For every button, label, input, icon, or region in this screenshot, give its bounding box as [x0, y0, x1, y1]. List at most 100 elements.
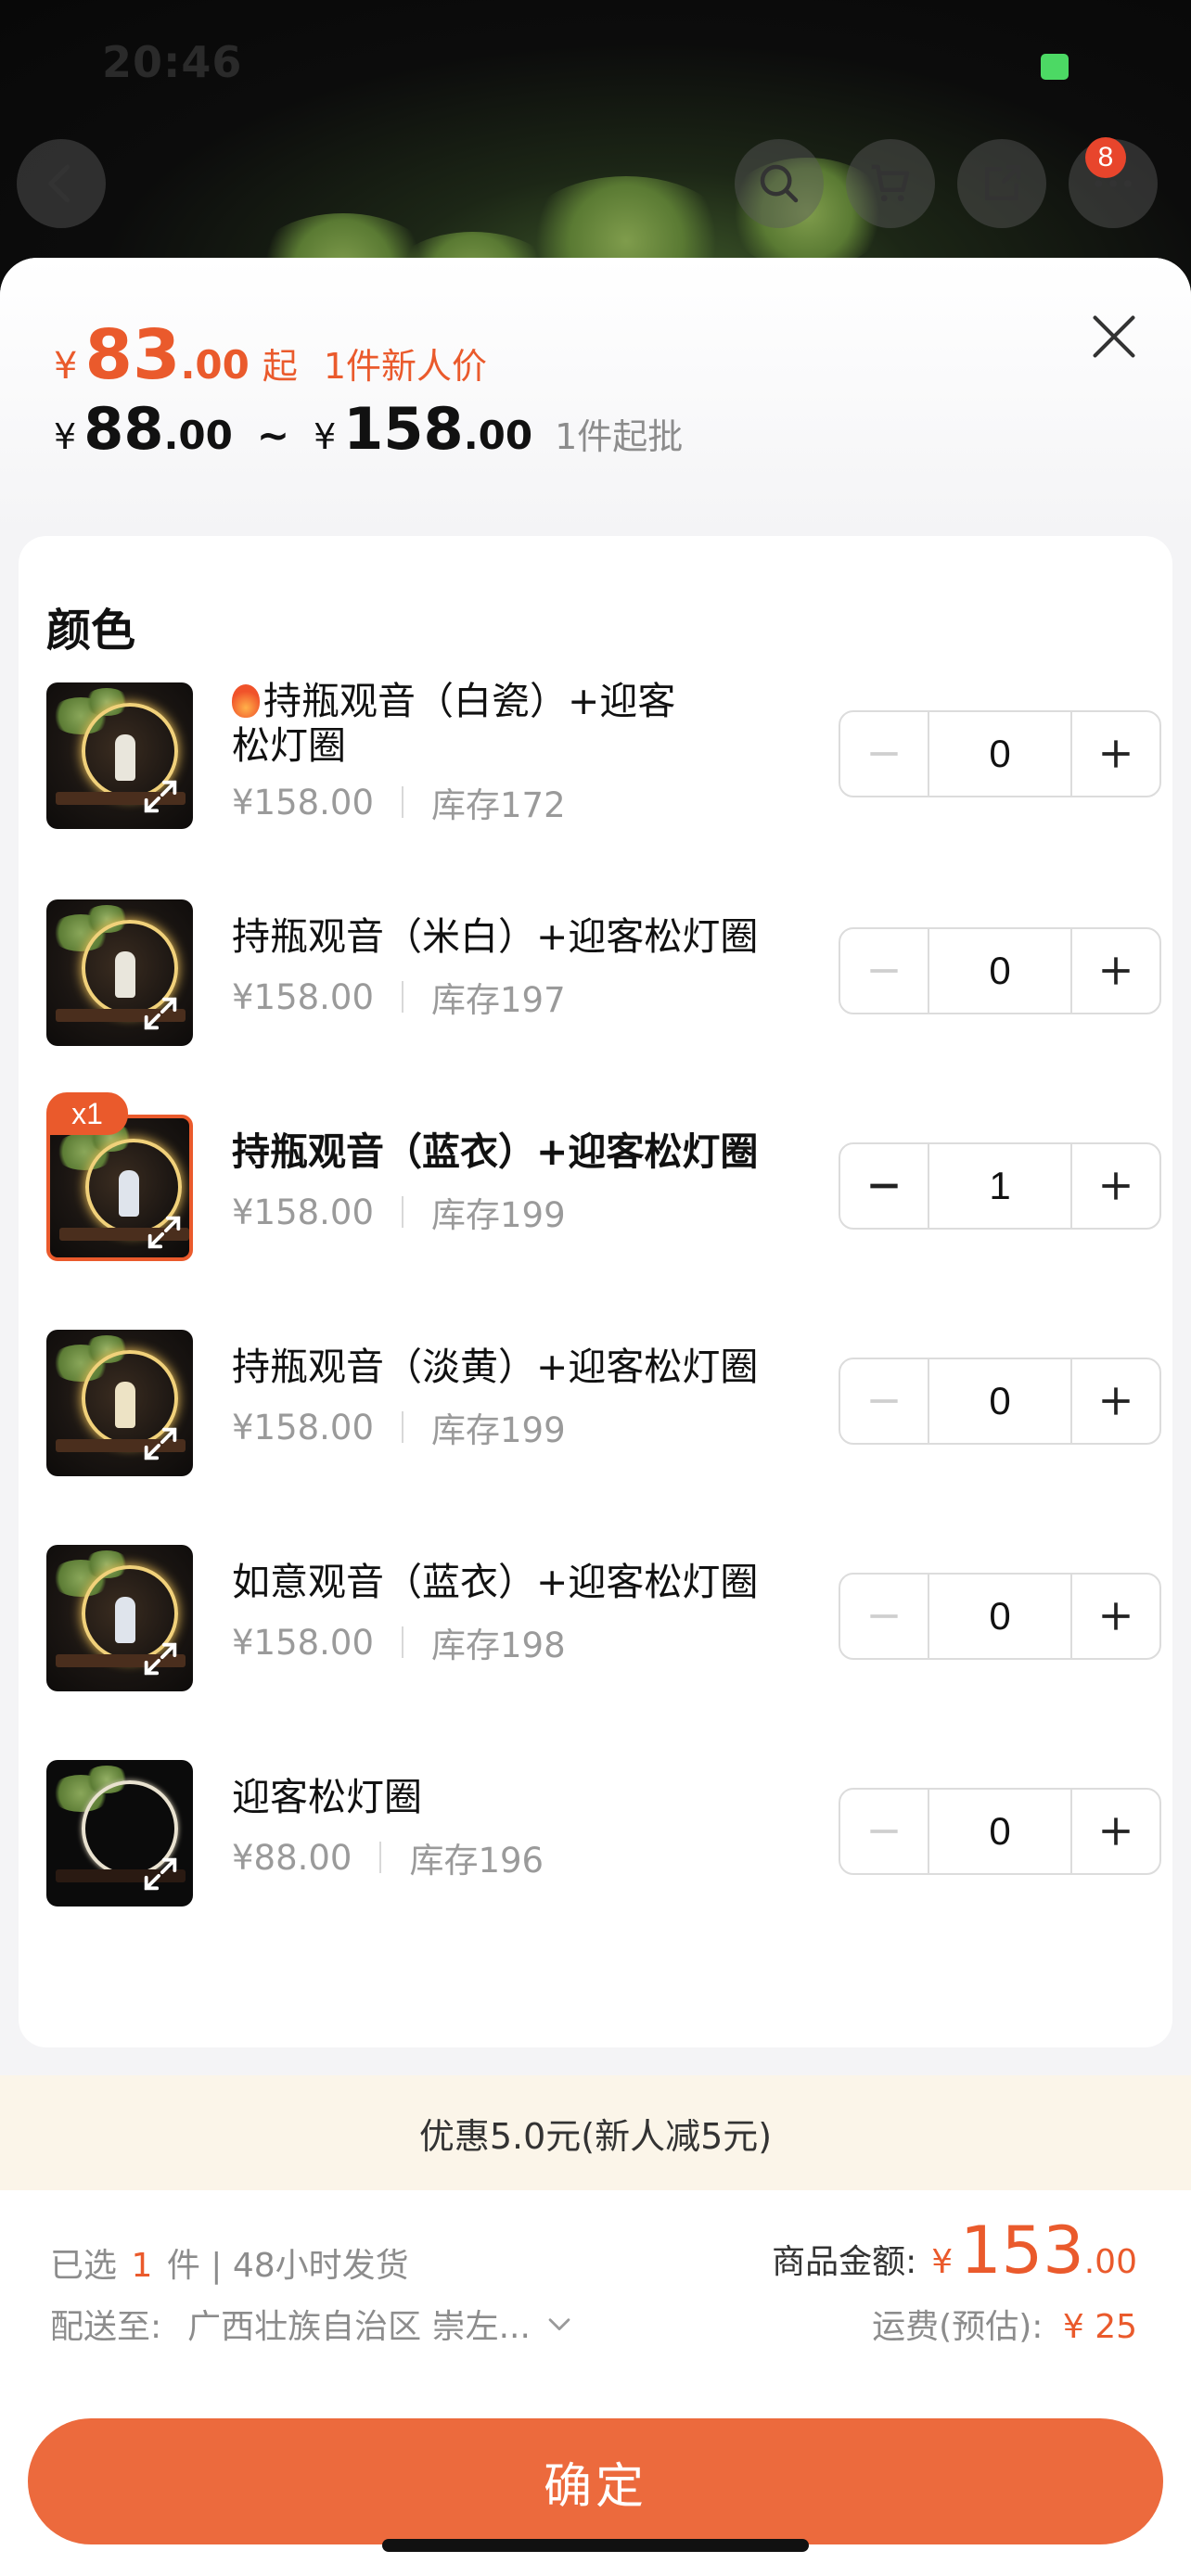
variant-price: ¥158.00	[232, 1192, 375, 1232]
confirm-button[interactable]: 确定	[28, 2418, 1163, 2544]
quantity-input[interactable]: 1	[928, 1144, 1072, 1228]
variant-row[interactable]: 持瓶观音（米白）+迎客松灯圈 ¥158.00 库存197 0	[46, 899, 1161, 1048]
share-button[interactable]	[957, 139, 1046, 228]
quantity-input[interactable]: 0	[928, 1575, 1072, 1658]
quantity-input[interactable]: 0	[928, 712, 1072, 796]
increment-button[interactable]	[1072, 712, 1159, 796]
variant-stock: 库存199	[431, 1410, 566, 1450]
goods-amount: 商品金额: ¥ 153 .00	[772, 2213, 1137, 2289]
variant-thumbnail[interactable]	[46, 1330, 193, 1476]
increment-button[interactable]	[1072, 1575, 1159, 1658]
quantity-stepper: 0	[839, 1358, 1161, 1445]
selected-count: 1	[131, 2247, 153, 2285]
section-title-color: 颜色	[46, 605, 136, 657]
range-currency-low: ¥	[54, 416, 77, 457]
variant-row[interactable]: 持瓶观音（淡黄）+迎客松灯圈 ¥158.00 库存199 0	[46, 1330, 1161, 1478]
close-button[interactable]	[1082, 304, 1146, 369]
expand-icon[interactable]	[139, 775, 182, 818]
ship-address: 广西壮族自治区 崇左...	[187, 2308, 531, 2346]
quantity-stepper: 0	[839, 1788, 1161, 1875]
price-range: ¥ 88 .00 ~ ¥ 158 .00 1件起批	[54, 395, 683, 463]
variant-row[interactable]: 持瓶观音（白瓷）+迎客松灯圈 ¥158.00 库存172 0	[46, 679, 1161, 831]
freight-estimate: 运费(预估): ¥ 25	[872, 2300, 1137, 2348]
variant-stock: 库存197	[431, 980, 566, 1020]
quantity-stepper: 0	[839, 710, 1161, 797]
home-indicator[interactable]	[382, 2539, 809, 2552]
variant-price: ¥158.00	[232, 782, 375, 823]
minimum-order-quantity: 1件起批	[555, 416, 684, 457]
variant-row[interactable]: 如意观音（蓝衣）+迎客松灯圈 ¥158.00 库存198 0	[46, 1545, 1161, 1693]
expand-icon[interactable]	[139, 992, 182, 1035]
variant-thumbnail[interactable]	[46, 899, 193, 1046]
decrement-button[interactable]	[840, 1144, 928, 1228]
hot-fire-icon	[232, 684, 260, 718]
minus-icon	[870, 969, 898, 973]
variant-price: ¥158.00	[232, 1622, 375, 1663]
chevron-down-icon	[548, 2318, 570, 2331]
quantity-input[interactable]: 0	[928, 929, 1072, 1013]
plus-icon	[1102, 1817, 1130, 1845]
variant-thumbnail[interactable]	[46, 1545, 193, 1691]
variant-stock: 库存199	[431, 1195, 566, 1235]
increment-button[interactable]	[1072, 1144, 1159, 1228]
decrement-button[interactable]	[840, 1575, 928, 1658]
decrement-button[interactable]	[840, 929, 928, 1013]
expand-icon[interactable]	[139, 1853, 182, 1895]
variant-stock: 库存196	[409, 1841, 544, 1881]
sku-selector-sheet: ¥ 83 .00 起 1件新人价 ¥ 88 .00 ~ ¥ 158 .00 1件…	[0, 258, 1191, 2576]
status-time: 20:46	[102, 37, 243, 87]
variant-name: 持瓶观音（淡黄）+迎客松灯圈	[232, 1345, 759, 1389]
range-separator: ~	[256, 413, 290, 458]
search-icon	[760, 164, 799, 203]
plus-icon	[1102, 1172, 1130, 1200]
quantity-input[interactable]: 0	[928, 1359, 1072, 1443]
checkout-footer: 已选 1 件 | 48小时发货 商品金额: ¥ 153 .00 配送至: 广西壮…	[0, 2190, 1191, 2576]
variant-name: 如意观音（蓝衣）+迎客松灯圈	[232, 1560, 759, 1604]
variant-thumbnail[interactable]	[46, 682, 193, 829]
increment-button[interactable]	[1072, 929, 1159, 1013]
minus-icon	[870, 1183, 898, 1189]
decrement-button[interactable]	[840, 1790, 928, 1873]
freight-value: ¥ 25	[1062, 2308, 1137, 2346]
close-icon	[1093, 315, 1135, 358]
plus-icon	[1102, 1602, 1130, 1630]
increment-button[interactable]	[1072, 1790, 1159, 1873]
variant-stock: 库存198	[431, 1626, 566, 1665]
variant-meta: ¥158.00 库存199	[232, 1187, 566, 1237]
variant-thumbnail[interactable]	[46, 1760, 193, 1906]
variant-price: ¥88.00	[232, 1837, 352, 1878]
shipping-address-selector[interactable]: 配送至: 广西壮族自治区 崇左...	[50, 2300, 575, 2348]
cart-button[interactable]	[846, 139, 935, 228]
variant-meta: ¥158.00 库存172	[232, 777, 566, 827]
new-user-price: ¥ 83 .00 起 1件新人价	[54, 315, 487, 395]
variant-name: 持瓶观音（蓝衣）+迎客松灯圈	[232, 1129, 759, 1174]
quantity-stepper: 1	[839, 1142, 1161, 1230]
variant-thumbnail[interactable]	[46, 1115, 193, 1261]
cart-icon	[871, 164, 910, 202]
selection-summary: 已选 1 件 | 48小时发货	[50, 2238, 409, 2287]
range-currency-high: ¥	[314, 416, 337, 457]
price-currency: ¥	[54, 345, 78, 388]
search-button[interactable]	[735, 139, 824, 228]
quantity-input[interactable]: 0	[928, 1790, 1072, 1873]
notification-badge: 8	[1085, 137, 1126, 178]
back-button[interactable]	[17, 139, 106, 228]
plus-icon	[1102, 957, 1130, 985]
amount-label: 商品金额:	[772, 2243, 917, 2281]
price-decimal: .00	[180, 342, 250, 388]
plus-icon	[1102, 740, 1130, 768]
decrement-button[interactable]	[840, 1359, 928, 1443]
quantity-stepper: 0	[839, 1573, 1161, 1660]
selected-prefix: 已选	[50, 2247, 118, 2285]
decrement-button[interactable]	[840, 712, 928, 796]
expand-icon[interactable]	[143, 1211, 186, 1254]
variant-row-selected[interactable]: x1 持瓶观音（蓝衣）+迎客松灯圈 ¥158.00 库存199 1	[46, 1092, 1161, 1263]
variant-row[interactable]: 迎客松灯圈 ¥88.00 库存196 0	[46, 1760, 1161, 1908]
variant-price: ¥158.00	[232, 1407, 375, 1447]
variant-meta: ¥158.00 库存198	[232, 1617, 566, 1667]
variant-meta: ¥158.00 库存197	[232, 972, 566, 1022]
variant-name: 持瓶观音（米白）+迎客松灯圈	[232, 914, 759, 959]
expand-icon[interactable]	[139, 1422, 182, 1465]
expand-icon[interactable]	[139, 1638, 182, 1680]
increment-button[interactable]	[1072, 1359, 1159, 1443]
